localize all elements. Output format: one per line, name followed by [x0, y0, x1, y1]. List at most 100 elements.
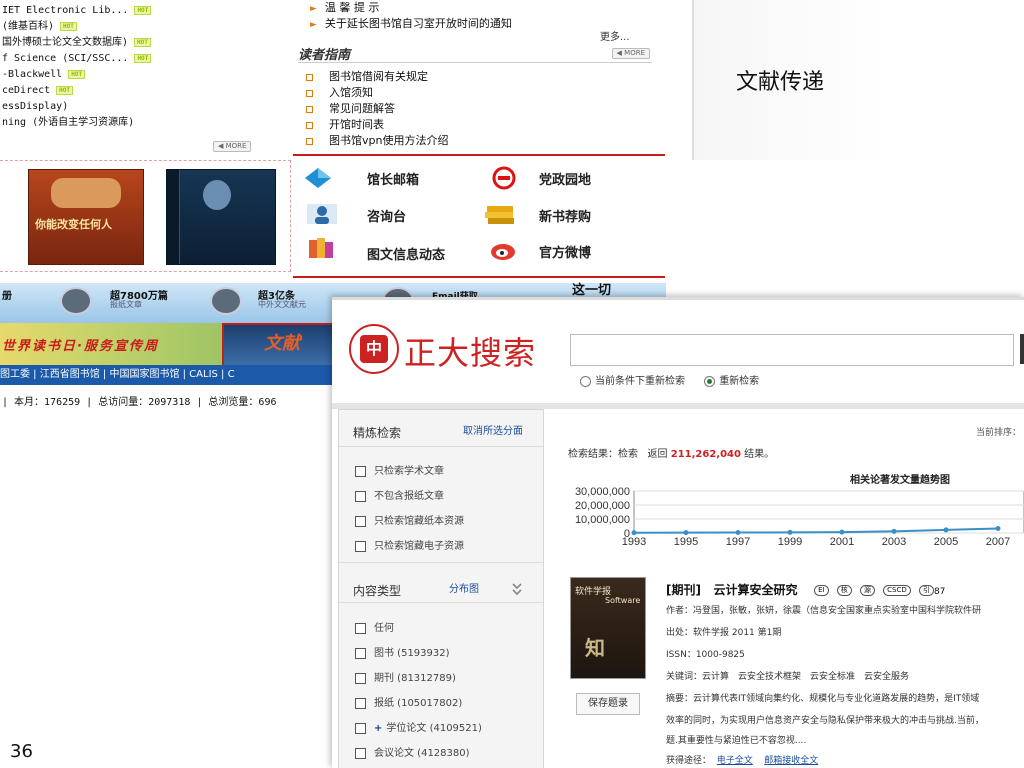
- news-item[interactable]: ► 关于延长图书馆自习室开放时间的通知: [310, 16, 512, 32]
- menu-circle-icon: [60, 287, 92, 315]
- book-cover[interactable]: 你能改变任何人: [28, 169, 144, 265]
- guide-item[interactable]: 图书馆借阅有关规定: [306, 69, 448, 85]
- checkbox[interactable]: [355, 465, 366, 477]
- news-books-icon: [309, 238, 333, 258]
- cited-badge: 引: [918, 585, 934, 596]
- trend-chart: 30,000,00020,000,00010,000,00001993 1995 1…: [575, 486, 1024, 548]
- service-new-book-recommend[interactable]: 新书荐购: [539, 206, 591, 225]
- email-fulltext-link[interactable]: 邮箱接收全文: [764, 756, 818, 766]
- mail-diamond-icon: [305, 168, 331, 188]
- checkbox[interactable]: [355, 722, 366, 734]
- database-item[interactable]: -Blackwell HOT: [2, 67, 151, 83]
- checkbox[interactable]: [355, 747, 366, 759]
- paper-title[interactable]: 云计算安全研究: [714, 583, 798, 597]
- bullet-icon: [306, 105, 313, 113]
- news-item[interactable]: ► 温 馨 提 示: [310, 0, 512, 16]
- paper-title-line: [期刊] 云计算安全研究 EI 核 源 CSCD 引 87: [666, 581, 945, 598]
- guide-item[interactable]: 开馆时间表: [306, 117, 448, 133]
- cancel-facets-link[interactable]: 取消所选分面: [463, 422, 523, 437]
- database-item[interactable]: 国外博硕士论文全文数据库) HOT: [2, 35, 151, 51]
- refine-title: 精炼检索: [353, 426, 402, 440]
- refine-option[interactable]: 不包含报纸文章: [355, 487, 444, 502]
- paper-keywords: 关键词：云计算 云安全技术框架 云安全标准 云安全服务: [666, 672, 910, 682]
- y-tick-label: 10,000,000: [575, 514, 630, 526]
- paper-abstract: 题.其重要性与紧迫性已不容忽视....: [666, 736, 807, 746]
- hot-badge: HOT: [134, 37, 151, 47]
- plot-area: [633, 490, 1024, 534]
- content-type-option[interactable]: 会议论文 (4128380): [355, 744, 470, 759]
- search-header: 中 正大搜索 当前条件下重新检索 重新检索: [332, 297, 1024, 406]
- hot-badge: HOT: [134, 5, 152, 15]
- service-party-garden[interactable]: 党政园地: [539, 169, 591, 188]
- cover-subtitle: Software: [605, 596, 641, 605]
- guide-item[interactable]: 图书馆vpn使用方法介绍: [306, 133, 448, 149]
- checkbox[interactable]: [355, 672, 366, 684]
- service-official-weibo[interactable]: 官方微博: [539, 242, 591, 261]
- guide-list: 图书馆借阅有关规定 入馆须知 常见问题解答 开馆时间表 图书馆vpn使用方法介绍: [306, 69, 448, 149]
- search-button[interactable]: [1020, 334, 1024, 364]
- search-input[interactable]: [570, 334, 1014, 366]
- hot-badge: HOT: [68, 69, 86, 79]
- service-help-desk[interactable]: 咨询台: [367, 206, 406, 225]
- content-type-option[interactable]: + 学位论文 (4109521): [355, 719, 482, 734]
- paper-issn: ISSN：1000-9825: [666, 650, 745, 660]
- checkbox[interactable]: [355, 697, 366, 709]
- friend-links-bar[interactable]: 图工委 | 江西省图书馆 | 中国国家图书馆 | CALIS | C: [0, 365, 334, 385]
- refine-option[interactable]: 只检索学术文章: [355, 462, 444, 477]
- distribution-link[interactable]: 分布图: [449, 580, 479, 595]
- expand-plus-icon[interactable]: +: [374, 723, 382, 734]
- news-more-link[interactable]: 更多...: [600, 28, 630, 43]
- double-chevron-down-icon[interactable]: [511, 582, 523, 596]
- content-type-option[interactable]: 图书 (5193932): [355, 644, 450, 659]
- checkbox[interactable]: [355, 622, 366, 634]
- title-divider: [692, 0, 694, 160]
- refine-sidebar: 精炼检索 取消所选分面 只检索学术文章 不包含报纸文章 只检索馆藏纸本资源 只检…: [338, 409, 544, 768]
- database-item[interactable]: ceDirect HOT: [2, 83, 151, 99]
- checkbox[interactable]: [355, 515, 366, 527]
- service-director-mail[interactable]: 馆长邮箱: [367, 169, 419, 188]
- hot-badge: HOT: [56, 85, 74, 95]
- database-item[interactable]: ning (外语自主学习资源库): [2, 115, 151, 131]
- content-type-option[interactable]: 期刊 (81312789): [355, 669, 456, 684]
- sidebar-divider: [339, 562, 543, 563]
- document-banner-box[interactable]: 文献: [222, 323, 338, 367]
- result-count: 211,262,040: [670, 449, 741, 460]
- radio-new-search[interactable]: 重新检索: [704, 375, 759, 387]
- refine-option[interactable]: 只检索馆藏纸本资源: [355, 512, 464, 527]
- sidebar-divider: [339, 446, 543, 447]
- database-item[interactable]: essDisplay): [2, 99, 151, 115]
- news-list: ► 温 馨 提 示 ► 关于延长图书馆自习室开放时间的通知: [310, 0, 512, 32]
- seal-text: 中: [360, 335, 388, 363]
- books-icon: [485, 206, 514, 224]
- radio-search-within[interactable]: 当前条件下重新检索: [580, 375, 685, 387]
- content-type-option[interactable]: 任何: [355, 619, 394, 634]
- paper-abstract: 效率的同时，为实现用户信息资产安全与隐私保护带来极大的冲击与挑战.当前，: [666, 716, 984, 726]
- banner-text: 这一切: [572, 283, 612, 298]
- save-record-button[interactable]: 保存题录: [576, 693, 640, 715]
- checkbox[interactable]: [355, 540, 366, 552]
- hot-badge: HOT: [134, 53, 152, 63]
- database-more-button[interactable]: ◀ MORE: [213, 141, 252, 152]
- book-cover[interactable]: [166, 169, 276, 265]
- person-icon: [307, 204, 337, 224]
- guide-item[interactable]: 常见问题解答: [306, 101, 448, 117]
- refine-option[interactable]: 只检索馆藏电子资源: [355, 537, 464, 552]
- guide-item[interactable]: 入馆须知: [306, 85, 448, 101]
- guide-more-button[interactable]: ◀ MORE: [611, 48, 650, 59]
- content-type-option[interactable]: 报纸 (105017802): [355, 694, 462, 709]
- plus-circle-icon: [210, 287, 242, 315]
- checkbox[interactable]: [355, 490, 366, 502]
- service-news-info[interactable]: 图文信息动态: [367, 244, 445, 263]
- fist-image: [51, 178, 121, 208]
- fulltext-link[interactable]: 电子全文: [717, 756, 753, 766]
- x-tick-label: 1995: [674, 536, 698, 548]
- index-badge: 核: [836, 585, 852, 596]
- bullet-icon: [306, 89, 313, 97]
- database-item[interactable]: (维基百科) HOT: [2, 19, 151, 35]
- database-item[interactable]: IET Electronic Lib... HOT: [2, 3, 152, 19]
- content-type-title: 内容类型: [353, 584, 402, 598]
- checkbox[interactable]: [355, 647, 366, 659]
- reading-day-banner[interactable]: 世界读书日·服务宣传周 文献: [0, 323, 338, 367]
- journal-cover[interactable]: 软件学报 Software 知: [570, 577, 646, 679]
- database-item[interactable]: f Science (SCI/SSC... HOT: [2, 51, 152, 67]
